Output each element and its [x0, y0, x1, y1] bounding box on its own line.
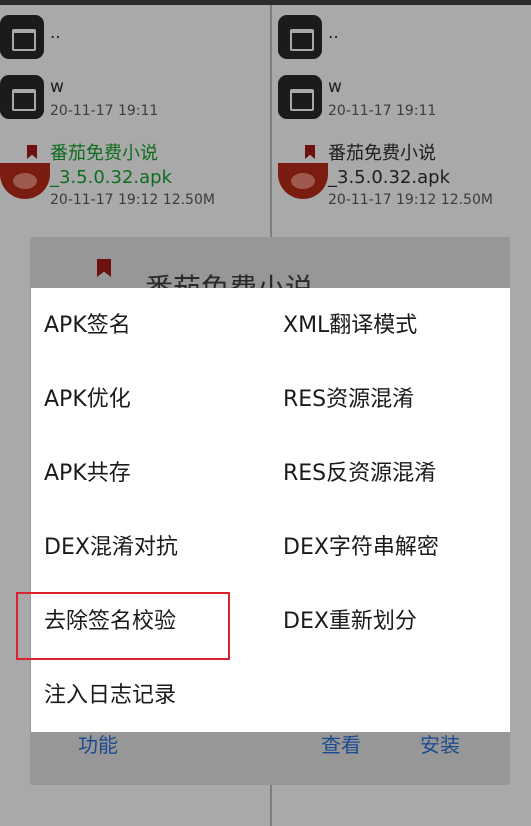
list-item-folder[interactable]: w 20-11-17 19:11: [0, 75, 270, 131]
menu-item-inject-log[interactable]: 注入日志记录: [44, 681, 176, 711]
apk-app-icon: [0, 163, 50, 199]
install-button[interactable]: 安装: [420, 729, 460, 758]
bookmark-icon: [97, 259, 111, 277]
apk-name-line1: 番茄免费小说: [50, 143, 158, 164]
list-item-apk[interactable]: 番茄免费小说 _3.5.0.32.apk 20-11-17 19:12 12.5…: [272, 138, 531, 213]
list-item-parent-dir[interactable]: ..: [272, 15, 531, 71]
menu-item-res-obfuscate[interactable]: RES资源混淆: [283, 385, 414, 415]
apk-name-line2: _3.5.0.32.apk: [50, 167, 173, 188]
list-item-folder[interactable]: w 20-11-17 19:11: [272, 75, 531, 131]
folder-icon: [0, 75, 44, 119]
menu-item-res-deobfuscate[interactable]: RES反资源混淆: [283, 459, 436, 489]
function-menu: APK签名 APK优化 APK共存 DEX混淆对抗 去除签名校验 注入日志记录 …: [31, 288, 510, 732]
folder-icon: [0, 15, 44, 59]
menu-item-dex-string-decrypt[interactable]: DEX字符串解密: [283, 533, 439, 563]
menu-item-xml-translate[interactable]: XML翻译模式: [283, 311, 417, 341]
list-item-apk[interactable]: 番茄免费小说 _3.5.0.32.apk 20-11-17 19:12 12.5…: [0, 138, 270, 213]
view-button[interactable]: 查看: [321, 729, 361, 758]
menu-item-apk-optimize[interactable]: APK优化: [44, 385, 131, 415]
menu-item-dex-obfuscation-counter[interactable]: DEX混淆对抗: [44, 533, 178, 563]
file-name: w: [328, 77, 342, 97]
menu-item-apk-coexist[interactable]: APK共存: [44, 459, 131, 489]
function-button[interactable]: 功能: [78, 729, 118, 758]
apk-app-icon: [278, 163, 328, 199]
file-meta: 20-11-17 19:12 12.50M: [50, 192, 215, 208]
bookmark-icon: [305, 145, 315, 159]
file-meta: 20-11-17 19:11: [50, 103, 159, 119]
file-meta: 20-11-17 19:12 12.50M: [328, 192, 493, 208]
file-name: w: [50, 77, 64, 97]
file-name: ..: [50, 23, 61, 43]
highlight-box: [16, 592, 230, 660]
list-item-parent-dir[interactable]: ..: [0, 15, 270, 71]
menu-item-apk-sign[interactable]: APK签名: [44, 311, 131, 341]
bookmark-icon: [27, 145, 37, 159]
apk-name-line1: 番茄免费小说: [328, 143, 436, 164]
apk-name-line2: _3.5.0.32.apk: [328, 167, 451, 188]
folder-icon: [278, 75, 322, 119]
menu-item-dex-repartition[interactable]: DEX重新划分: [283, 607, 417, 637]
file-name: ..: [328, 23, 339, 43]
file-meta: 20-11-17 19:11: [328, 103, 437, 119]
folder-icon: [278, 15, 322, 59]
